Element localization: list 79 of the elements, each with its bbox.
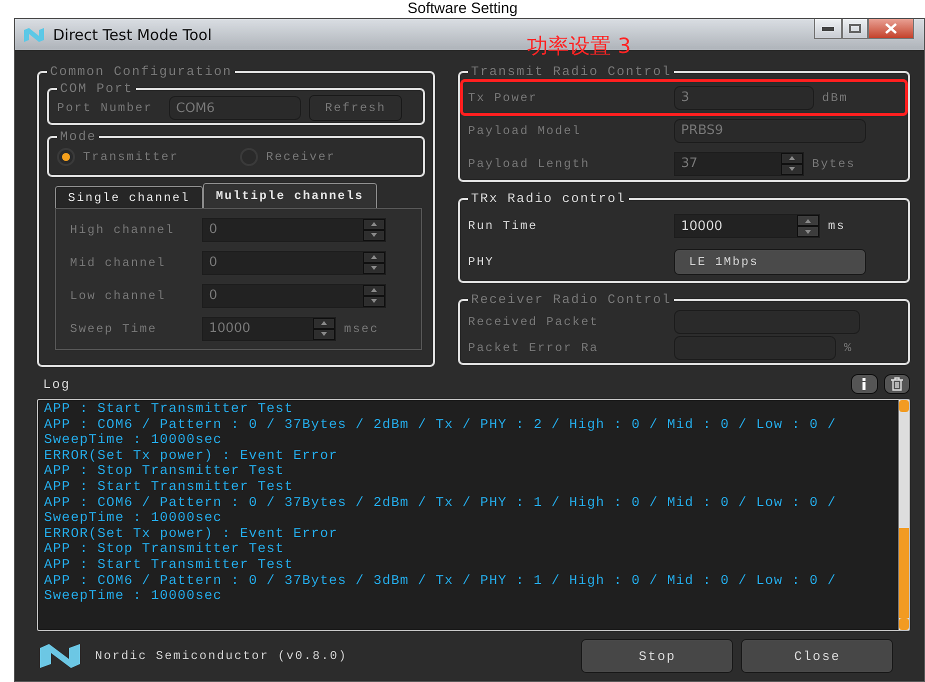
log-line: SweepTime : 10000sec: [44, 433, 224, 449]
group-title: TRx Radio control: [470, 191, 627, 206]
field-label: Run Time: [468, 219, 539, 233]
window-title: Direct Test Mode Tool: [53, 26, 212, 44]
spin-down-button[interactable]: [797, 226, 819, 237]
up-caret-icon: [371, 255, 377, 259]
down-caret-icon: [321, 332, 327, 336]
up-caret-icon: [789, 156, 795, 160]
log-line: ERROR(Set Tx power) : Event Error: [44, 526, 339, 542]
logo-icon: [23, 26, 45, 42]
group-title: Transmit Radio Control: [470, 64, 672, 79]
close-button[interactable]: [868, 19, 914, 39]
log-line: APP : Start Transmitter Test: [44, 558, 294, 574]
info-button[interactable]: [851, 374, 878, 394]
spin-down-button[interactable]: [363, 296, 385, 306]
field-label: Packet Error Ra: [468, 341, 600, 355]
field-label: Sweep Time: [70, 322, 158, 336]
spin-up-button[interactable]: [363, 218, 385, 230]
field-label: Payload Model: [468, 124, 582, 138]
info-icon: [862, 378, 866, 390]
minimize-icon: [822, 26, 834, 30]
trash-button[interactable]: [884, 374, 910, 394]
log-line: APP : Start Transmitter Test: [44, 402, 294, 418]
up-caret-icon: [371, 288, 377, 292]
unit-label: msec: [344, 322, 379, 336]
field-label: Payload Length: [468, 156, 591, 170]
log-line: APP : Stop Transmitter Test: [44, 464, 286, 480]
field-label: High channel: [70, 222, 176, 236]
unit-label: Bytes: [812, 156, 856, 170]
footer-button[interactable]: Stop: [581, 639, 734, 673]
down-caret-icon: [371, 266, 377, 270]
close-icon: [885, 23, 897, 34]
logo-icon: [39, 642, 81, 670]
down-caret-icon: [371, 299, 377, 303]
log-title: Log: [43, 376, 70, 392]
footer-button[interactable]: Close: [741, 639, 894, 673]
spin-up-button[interactable]: [363, 284, 385, 296]
spin-field[interactable]: 10000: [674, 214, 820, 238]
unit-label: dBm: [822, 90, 848, 104]
field-label: Port Number: [57, 101, 154, 115]
spin-down-button[interactable]: [313, 328, 335, 340]
maximize-button[interactable]: [842, 19, 868, 39]
group-title: Common Configuration: [49, 64, 234, 79]
spin-up-button[interactable]: [363, 252, 385, 262]
spin-up-button[interactable]: [797, 215, 819, 226]
field-label: Tx Power: [468, 90, 539, 104]
log-line: APP : COM6 / Pattern : 0 / 37Bytes / 3dBm / Tx / PHY : 1 / High : 0 / Mid : 0 / Low : 0 /: [44, 574, 838, 589]
maximize-icon: [849, 24, 861, 33]
field-label: PHY: [468, 255, 496, 269]
log-line: ERROR(Set Tx power) : Event Error: [44, 448, 339, 464]
group-title: Mode: [59, 129, 98, 144]
minimize-button[interactable]: [814, 19, 842, 39]
group-title: COM Port: [59, 81, 134, 96]
up-caret-icon: [371, 222, 377, 226]
down-caret-icon: [789, 167, 795, 171]
spin-down-button[interactable]: [363, 262, 385, 274]
field-label: Received Packet: [468, 315, 600, 329]
field-label: Mid channel: [70, 256, 167, 270]
log-line: SweepTime : 10000sec: [44, 511, 224, 527]
log-line: APP : COM6 / Pattern : 0 / 37Bytes / 2dBm / Tx / PHY : 1 / High : 0 / Mid : 0 / Low : 0 /: [44, 496, 838, 511]
down-caret-icon: [371, 233, 377, 237]
unit-label: %: [844, 341, 853, 355]
log-line: APP : COM6 / Pattern : 0 / 37Bytes / 2dBm / Tx / PHY : 2 / High : 0 / Mid : 0 / Low : 0 /: [44, 418, 838, 433]
spin-down-button[interactable]: [363, 230, 385, 240]
version-text: Nordic Semiconductor (v0.8.0): [95, 649, 348, 663]
trash-icon: [890, 377, 904, 391]
up-caret-icon: [321, 321, 327, 325]
unit-label: ms: [828, 219, 846, 233]
field-label: Low channel: [70, 288, 167, 302]
log-line: APP : Start Transmitter Test: [44, 480, 294, 496]
phy-select[interactable]: LE 1Mbps: [674, 249, 866, 275]
up-caret-icon: [805, 218, 811, 222]
log-line: APP : Stop Transmitter Test: [44, 542, 286, 558]
group-title: Receiver Radio Control: [470, 292, 672, 307]
down-caret-icon: [805, 230, 811, 234]
spin-up-button[interactable]: [313, 318, 335, 328]
scrollbar[interactable]: [898, 400, 909, 630]
log-line: SweepTime : 10000sec: [44, 589, 224, 605]
caption: Software Setting: [406, 0, 519, 18]
